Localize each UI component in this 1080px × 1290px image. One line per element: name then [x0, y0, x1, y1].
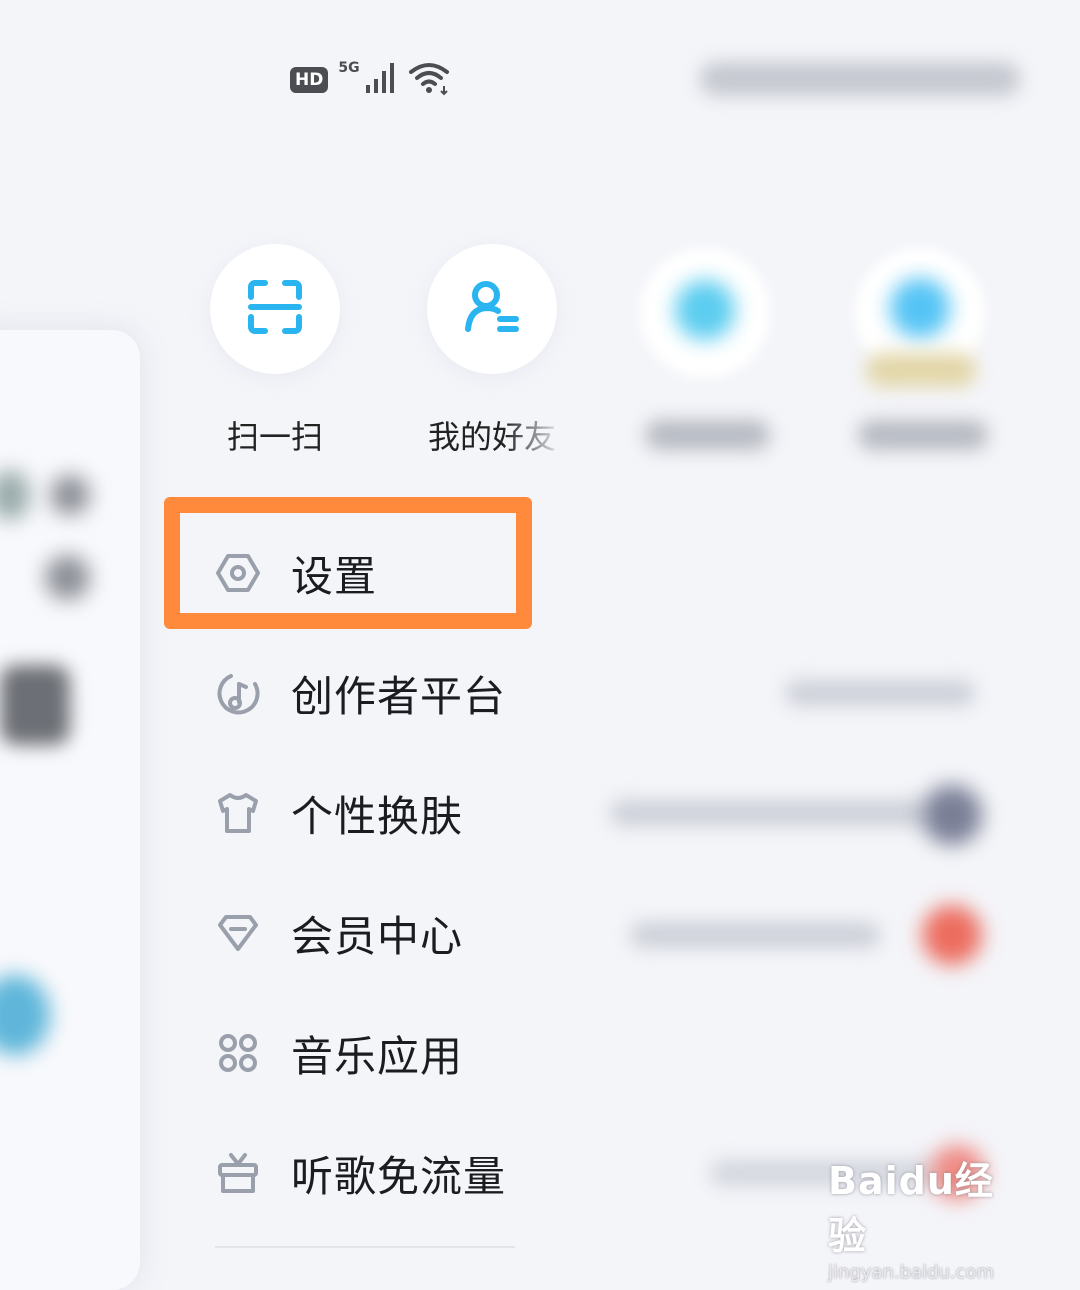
- network-type: 5G: [338, 60, 360, 76]
- menu-label: 音乐应用: [291, 1031, 464, 1081]
- blurred-row-text: [785, 680, 975, 706]
- tshirt-icon: [215, 790, 261, 836]
- watermark: Baidu经验 jingyan.baidu.com: [828, 1150, 1028, 1283]
- friends-button[interactable]: [427, 244, 557, 374]
- blurred-row-text: [630, 922, 880, 948]
- quick-action-scan[interactable]: 扫一扫: [210, 244, 340, 458]
- blurred-badge: [866, 353, 976, 387]
- scan-button[interactable]: [210, 244, 340, 374]
- blurred-dot: [45, 555, 90, 600]
- blurred-avatar: [922, 905, 982, 965]
- blurred-avatar: [922, 785, 982, 845]
- divider: [215, 1246, 515, 1248]
- status-bar: HD 5G: [290, 58, 452, 102]
- menu-item-skin[interactable]: 个性换肤: [215, 773, 535, 853]
- wifi-icon: [408, 60, 452, 100]
- scan-icon: [245, 277, 305, 341]
- diamond-icon: [215, 910, 261, 956]
- blurred-quick-icon: [675, 280, 735, 340]
- apps-grid-icon: [215, 1030, 261, 1076]
- menu-label: 听歌免流量: [291, 1151, 507, 1201]
- blurred-quick-label: [858, 420, 988, 450]
- menu-item-free-data[interactable]: 听歌免流量: [215, 1133, 535, 1213]
- menu-label: 会员中心: [291, 911, 464, 961]
- menu-label: 创作者平台: [291, 671, 507, 721]
- friends-label: 我的好友: [427, 418, 556, 456]
- quick-action-friends[interactable]: 我的好友: [427, 244, 557, 458]
- blurred-status: [700, 62, 1020, 96]
- menu-item-vip[interactable]: 会员中心: [215, 893, 535, 973]
- hd-badge: HD: [290, 67, 329, 93]
- watermark-brand: Baidu经验: [828, 1159, 994, 1258]
- menu-label: 个性换肤: [291, 791, 464, 841]
- blurred-quick-label: [645, 420, 770, 450]
- highlight-box: [164, 497, 532, 629]
- scan-label: 扫一扫: [226, 418, 323, 456]
- blurred-row-text: [610, 800, 930, 826]
- blurred-quick-icon: [890, 278, 950, 338]
- menu-item-apps[interactable]: 音乐应用: [215, 1013, 535, 1093]
- creator-icon: [215, 670, 261, 716]
- signal-icon: [364, 61, 398, 99]
- watermark-url: jingyan.baidu.com: [828, 1262, 995, 1283]
- menu-item-creator[interactable]: 创作者平台: [215, 653, 535, 733]
- gift-icon: [215, 1150, 261, 1196]
- blurred-text: [0, 665, 70, 745]
- friends-icon: [462, 277, 522, 341]
- blurred-dot: [50, 475, 90, 515]
